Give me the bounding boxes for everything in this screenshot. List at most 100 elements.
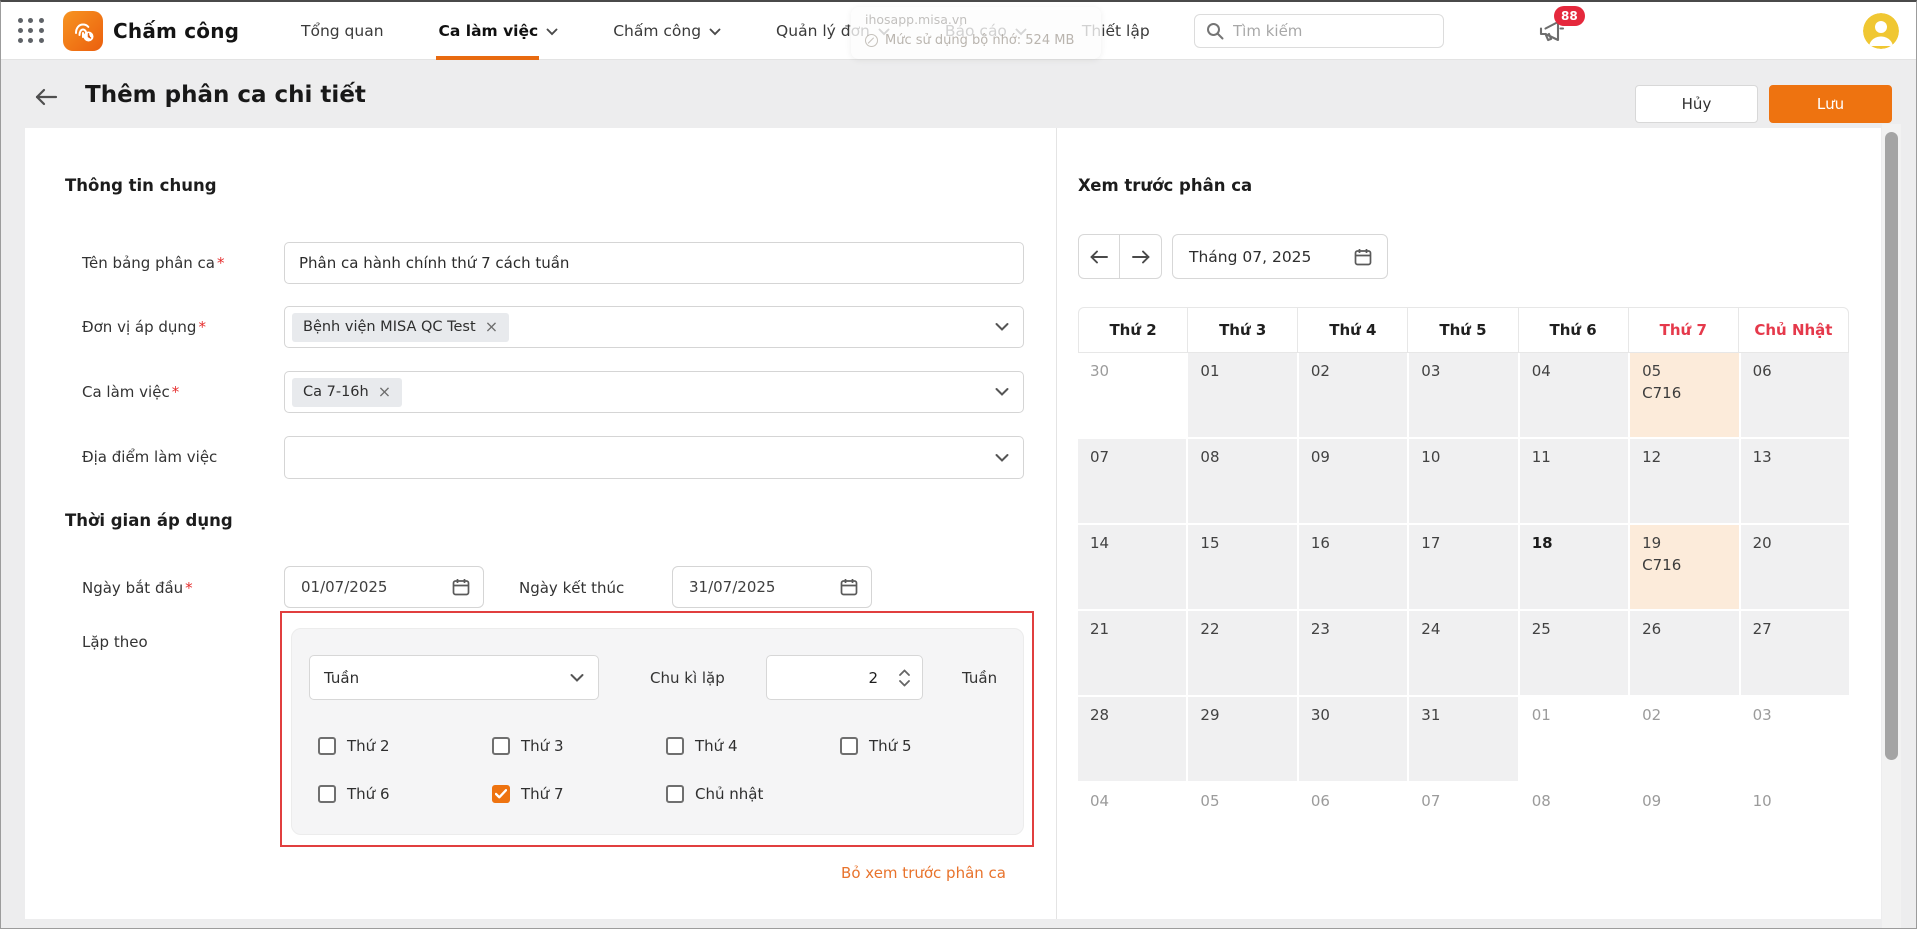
calendar-day-number: 07 [1421, 792, 1505, 810]
calendar-day-cell[interactable]: 12 [1630, 439, 1738, 523]
chevron-down-icon[interactable] [995, 388, 1009, 397]
weekday-checkbox-thu-3[interactable]: Thứ 3 [492, 737, 666, 755]
next-month-button[interactable] [1120, 234, 1162, 279]
checkbox-unchecked-icon[interactable] [318, 737, 336, 755]
end-date-input[interactable]: 31/07/2025 [672, 566, 872, 608]
calendar-day-cell[interactable]: 06 [1299, 783, 1407, 867]
nav-item-tong-quan[interactable]: Tổng quan [301, 2, 384, 60]
unit-multiselect[interactable]: Bệnh viện MISA QC Test × [284, 306, 1024, 348]
checkbox-unchecked-icon[interactable] [492, 737, 510, 755]
shift-table-name-input[interactable] [299, 254, 1009, 272]
calendar-day-cell[interactable]: 27 [1741, 611, 1849, 695]
shift-multiselect[interactable]: Ca 7-16h × [284, 371, 1024, 413]
required-asterisk: * [198, 318, 206, 336]
calendar-day-cell[interactable]: 03 [1409, 353, 1517, 437]
calendar-day-cell[interactable]: 28 [1078, 697, 1186, 781]
calendar-day-cell[interactable]: 11 [1520, 439, 1628, 523]
calendar-weekday-header-thu-7: Thứ 7 [1629, 307, 1739, 353]
start-date-input[interactable]: 01/07/2025 [284, 566, 484, 608]
vertical-scrollbar-thumb[interactable] [1885, 132, 1898, 760]
calendar-day-cell[interactable]: 15 [1188, 525, 1296, 609]
remove-chip-icon[interactable]: × [485, 319, 498, 335]
nav-item-quan-ly-don[interactable]: Quản lý đơn [776, 2, 890, 60]
weekday-checkbox-thu-4[interactable]: Thứ 4 [666, 737, 840, 755]
app-launcher-grid-icon[interactable] [18, 18, 46, 45]
calendar-day-cell[interactable]: 04 [1520, 353, 1628, 437]
calendar-day-cell[interactable]: 10 [1409, 439, 1517, 523]
calendar-day-cell[interactable]: 30 [1078, 353, 1186, 437]
back-arrow-icon[interactable] [33, 86, 59, 108]
repeat-unit-select[interactable]: Tuần [309, 655, 599, 700]
chevron-down-icon[interactable] [995, 323, 1009, 332]
weekday-checkbox-thu-7[interactable]: Thứ 7 [492, 785, 666, 803]
checkbox-unchecked-icon[interactable] [840, 737, 858, 755]
nav-item-cham-cong[interactable]: Chấm công [613, 2, 721, 60]
calendar-header-row: Thứ 2Thứ 3Thứ 4Thứ 5Thứ 6Thứ 7Chủ Nhật [1078, 307, 1849, 353]
calendar-day-cell[interactable]: 22 [1188, 611, 1296, 695]
calendar-day-number: 06 [1753, 362, 1837, 380]
calendar-day-cell[interactable]: 02 [1299, 353, 1407, 437]
checkbox-unchecked-icon[interactable] [666, 737, 684, 755]
calendar-day-cell[interactable]: 26 [1630, 611, 1738, 695]
calendar-day-cell[interactable]: 09 [1299, 439, 1407, 523]
nav-item-bao-cao[interactable]: Báo cáo [945, 2, 1027, 60]
calendar-day-cell[interactable]: 23 [1299, 611, 1407, 695]
search-input[interactable] [1233, 22, 1432, 40]
calendar-day-cell[interactable]: 16 [1299, 525, 1407, 609]
previous-month-button[interactable] [1078, 234, 1120, 279]
chevron-down-icon[interactable] [995, 453, 1009, 462]
calendar-icon [1353, 247, 1373, 267]
nav-item-ca-lam-viec[interactable]: Ca làm việc [439, 2, 559, 60]
weekday-checkbox-label: Thứ 7 [521, 785, 564, 803]
cycle-number-input[interactable]: 2 [766, 655, 923, 700]
calendar-day-cell[interactable]: 01 [1520, 697, 1628, 781]
weekday-checkbox-chu-nhat[interactable]: Chủ nhật [666, 785, 840, 803]
toggle-preview-link[interactable]: Bỏ xem trước phân ca [280, 864, 1006, 882]
calendar-day-cell[interactable]: 08 [1520, 783, 1628, 867]
month-picker[interactable]: Tháng 07, 2025 [1172, 234, 1388, 279]
weekday-checkbox-thu-5[interactable]: Thứ 5 [840, 737, 1014, 755]
location-select[interactable] [284, 436, 1024, 479]
calendar-day-cell[interactable]: 19C716 [1630, 525, 1738, 609]
calendar-day-cell[interactable]: 05 [1188, 783, 1296, 867]
cancel-button[interactable]: Hủy [1635, 85, 1758, 123]
calendar-day-cell[interactable]: 24 [1409, 611, 1517, 695]
calendar-day-cell[interactable]: 08 [1188, 439, 1296, 523]
remove-chip-icon[interactable]: × [378, 384, 391, 400]
checkbox-checked-icon[interactable] [492, 785, 510, 803]
calendar-icon[interactable] [839, 577, 859, 597]
calendar-day-cell[interactable]: 18 [1520, 525, 1628, 609]
calendar-day-cell[interactable]: 09 [1630, 783, 1738, 867]
calendar-day-cell[interactable]: 03 [1741, 697, 1849, 781]
checkbox-unchecked-icon[interactable] [318, 785, 336, 803]
calendar-day-cell[interactable]: 21 [1078, 611, 1186, 695]
calendar-day-cell[interactable]: 20 [1741, 525, 1849, 609]
calendar-day-cell[interactable]: 30 [1299, 697, 1407, 781]
search-box[interactable] [1194, 14, 1444, 48]
calendar-day-cell[interactable]: 17 [1409, 525, 1517, 609]
user-avatar[interactable] [1863, 13, 1899, 49]
nav-item-thiet-lap[interactable]: Thiết lập [1082, 2, 1150, 60]
calendar-day-cell[interactable]: 13 [1741, 439, 1849, 523]
save-button[interactable]: Lưu [1769, 85, 1892, 123]
weekday-checkbox-thu-6[interactable]: Thứ 6 [318, 785, 492, 803]
calendar-day-cell[interactable]: 14 [1078, 525, 1186, 609]
calendar-day-cell[interactable]: 01 [1188, 353, 1296, 437]
checkbox-unchecked-icon[interactable] [666, 785, 684, 803]
calendar-day-cell[interactable]: 07 [1409, 783, 1517, 867]
calendar-day-number: 07 [1090, 448, 1174, 466]
app-logo-fingerprint-icon[interactable] [63, 11, 103, 51]
calendar-day-cell[interactable]: 25 [1520, 611, 1628, 695]
calendar-day-cell[interactable]: 04 [1078, 783, 1186, 867]
apply-time-heading: Thời gian áp dụng [65, 511, 233, 530]
number-stepper[interactable] [899, 669, 910, 686]
calendar-day-cell[interactable]: 07 [1078, 439, 1186, 523]
calendar-day-cell[interactable]: 05C716 [1630, 353, 1738, 437]
calendar-day-cell[interactable]: 29 [1188, 697, 1296, 781]
calendar-day-cell[interactable]: 06 [1741, 353, 1849, 437]
calendar-day-cell[interactable]: 02 [1630, 697, 1738, 781]
weekday-checkbox-thu-2[interactable]: Thứ 2 [318, 737, 492, 755]
calendar-day-cell[interactable]: 31 [1409, 697, 1517, 781]
calendar-day-cell[interactable]: 10 [1741, 783, 1849, 867]
calendar-icon[interactable] [451, 577, 471, 597]
